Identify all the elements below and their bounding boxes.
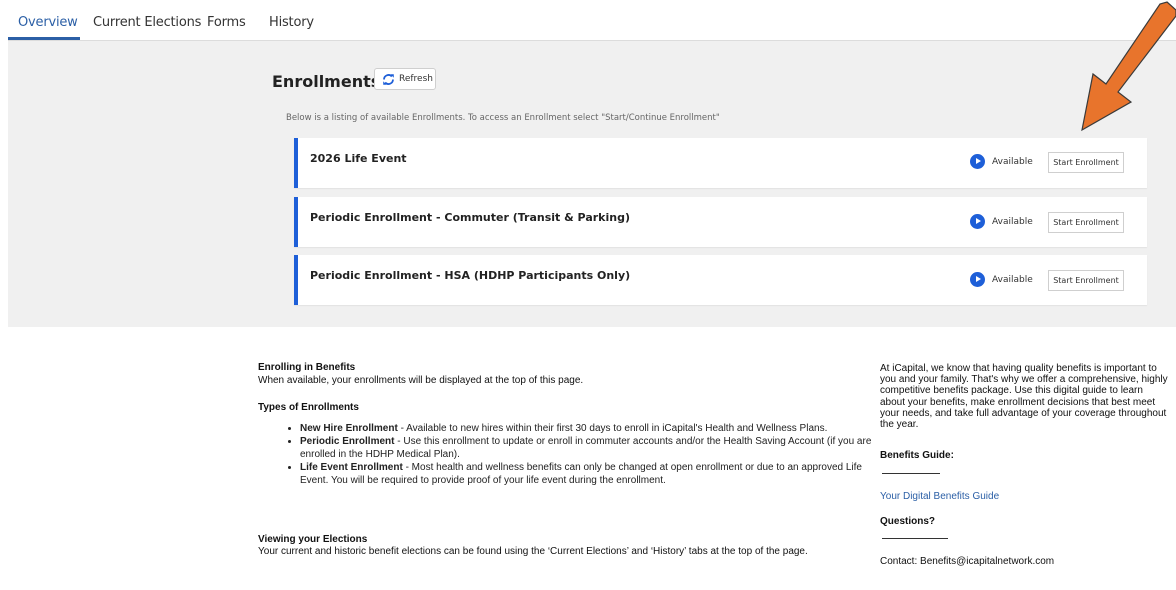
type-name: New Hire Enrollment: [300, 423, 398, 434]
enrollments-panel: Enrollments Refresh Below is a listing o…: [8, 41, 1176, 327]
start-enrollment-button[interactable]: Start Enrollment: [1048, 152, 1124, 173]
digital-benefits-guide-link[interactable]: Your Digital Benefits Guide: [880, 491, 999, 502]
enrolling-heading: Enrolling in Benefits: [258, 362, 356, 373]
contact-email: Contact: Benefits@icapitalnetwork.com: [880, 556, 1055, 567]
enrollment-status: Available: [992, 275, 1033, 285]
play-circle-icon: [970, 214, 985, 229]
enrollment-types-list: New Hire Enrollment - Available to new h…: [284, 423, 880, 488]
type-name: Life Event Enrollment: [300, 462, 403, 474]
divider: [882, 473, 940, 474]
tab-forms[interactable]: Forms: [207, 15, 246, 30]
enrollment-title: 2026 Life Event: [310, 152, 407, 165]
tab-overview[interactable]: Overview: [18, 15, 78, 30]
enrollment-title: Periodic Enrollment - Commuter (Transit …: [310, 211, 630, 224]
enrollments-description: Below is a listing of available Enrollme…: [286, 113, 720, 123]
play-circle-icon: [970, 272, 985, 287]
enrollment-status: Available: [992, 157, 1033, 167]
enrollment-status: Available: [992, 217, 1033, 227]
divider: [882, 538, 948, 539]
list-item: New Hire Enrollment - Available to new h…: [300, 423, 880, 435]
start-enrollment-button[interactable]: Start Enrollment: [1048, 212, 1124, 233]
refresh-label: Refresh: [399, 74, 433, 84]
enrollment-card: Periodic Enrollment - Commuter (Transit …: [294, 197, 1147, 247]
enrolling-text: When available, your enrollments will be…: [258, 375, 584, 386]
list-item: Life Event Enrollment - Most health and …: [300, 462, 880, 487]
types-heading: Types of Enrollments: [258, 402, 359, 413]
tab-history[interactable]: History: [269, 15, 314, 30]
benefits-guide-heading: Benefits Guide:: [880, 450, 954, 461]
play-circle-icon: [970, 154, 985, 169]
questions-heading: Questions?: [880, 516, 936, 527]
type-desc: - Available to new hires within their fi…: [397, 423, 828, 434]
list-item: Periodic Enrollment - Use this enrollmen…: [300, 436, 880, 461]
type-name: Periodic Enrollment: [300, 436, 395, 448]
page-title: Enrollments: [272, 72, 381, 91]
benefits-intro: At iCapital, we know that having quality…: [880, 363, 1168, 431]
enrollment-title: Periodic Enrollment - HSA (HDHP Particip…: [310, 269, 631, 282]
tab-bar: Overview Current Elections Forms History: [8, 0, 1176, 41]
active-tab-indicator: [8, 37, 80, 40]
tab-current-elections[interactable]: Current Elections: [93, 15, 201, 30]
refresh-button[interactable]: Refresh: [374, 68, 436, 90]
viewing-text: Your current and historic benefit electi…: [258, 546, 808, 557]
start-enrollment-button[interactable]: Start Enrollment: [1048, 270, 1124, 291]
enrollment-card: 2026 Life Event Available Start Enrollme…: [294, 138, 1147, 188]
enrollment-card: Periodic Enrollment - HSA (HDHP Particip…: [294, 255, 1147, 305]
refresh-icon: [383, 73, 394, 85]
viewing-heading: Viewing your Elections: [258, 534, 368, 545]
